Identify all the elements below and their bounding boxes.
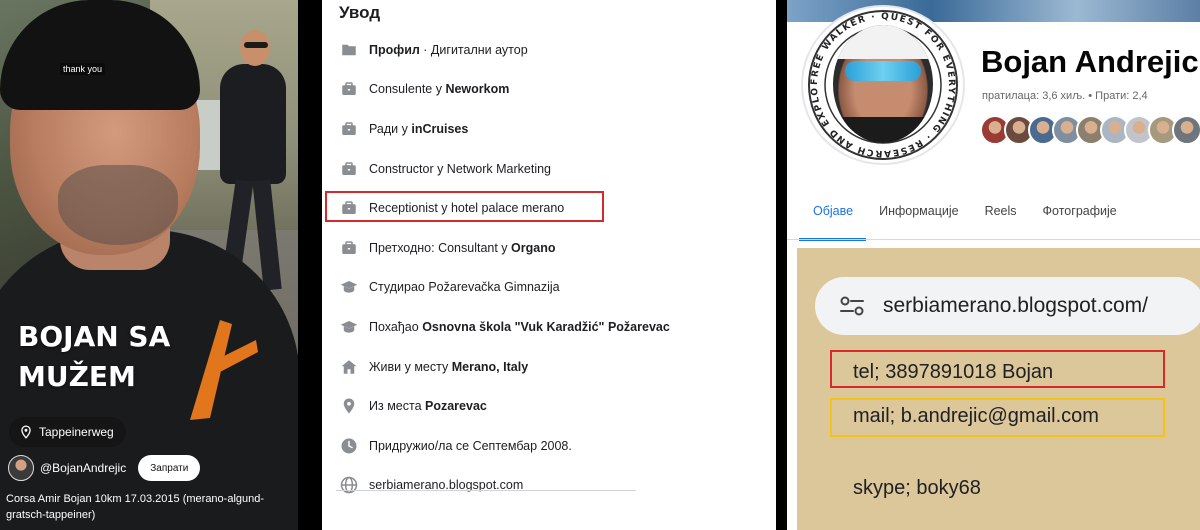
globe-icon (340, 476, 358, 494)
friend-avatar[interactable] (1172, 115, 1200, 145)
intro-item[interactable]: Из места Pozarevac (336, 386, 766, 426)
divider (336, 490, 636, 491)
briefcase-icon (340, 160, 358, 178)
friend-avatars[interactable] (980, 115, 1200, 145)
divider (787, 239, 1200, 240)
watermark-text: thank you (60, 63, 106, 75)
profile-tabs: Објаве Информације Reels Фотографије (787, 183, 1200, 241)
intro-item[interactable]: Придружио/ла се Септембар 2008. (336, 426, 766, 466)
intro-item[interactable]: Студирао Požarevačka Gimnazija (336, 268, 766, 308)
tab-1[interactable]: Објаве (787, 183, 867, 241)
intro-item[interactable]: Претходно: Consultant у Organo (336, 228, 766, 268)
tab-2[interactable]: Информације (866, 183, 972, 239)
graduation-cap-icon (340, 318, 358, 336)
intro-item-text: Consulente у Neworkom (369, 82, 510, 97)
graduation-cap-icon (340, 278, 358, 296)
short-video-frame[interactable]: thank you BOJAN SA MUŽEM Tappeinerweg @B… (0, 0, 298, 530)
highlight-box-red (325, 191, 604, 222)
intro-heading: Увод (339, 3, 381, 22)
highlight-box-red (830, 350, 1165, 388)
intro-item[interactable]: Живи у месту Merano, Italy (336, 347, 766, 387)
tab-4[interactable]: Фотографије (1030, 183, 1130, 239)
intro-item-text: Студирао Požarevačka Gimnazija (369, 280, 560, 295)
intro-item-text: Похађао Osnovna škola "Vuk Karadžić" Pož… (369, 319, 670, 334)
intro-item[interactable]: Профил · Дигитални аутор (336, 30, 766, 70)
profile-name: Bojan Andrejic (981, 44, 1199, 79)
briefcase-icon (340, 80, 358, 98)
intro-list: Профил · Дигитални аутор Consulente у New… (336, 30, 766, 505)
channel-avatar[interactable] (8, 455, 34, 481)
address-url[interactable]: serbiamerano.blogspot.com/ (883, 294, 1148, 318)
intro-item-text: Претходно: Consultant у Organo (369, 240, 556, 255)
follower-stats[interactable]: пратилаца: 3,6 хиљ. • Прати: 2,4 (982, 90, 1148, 102)
tab-3[interactable]: Reels (972, 183, 1030, 239)
profile-picture[interactable]: FREE WALKER · QUEST FOR EVERYTHING · RES… (801, 5, 965, 165)
highlight-box-yellow (830, 398, 1165, 437)
location-label: Tappeinerweg (39, 425, 114, 439)
blog-skype: skype; boky68 (853, 477, 981, 499)
panel-divider (776, 0, 787, 530)
subscribe-button[interactable]: Запрати (138, 455, 201, 481)
intro-item-text: Из места Pozarevac (369, 399, 487, 414)
briefcase-icon (340, 239, 358, 257)
profile-face (833, 25, 933, 143)
intro-item-text: Ради у inCruises (369, 121, 469, 136)
intro-item-text: Профил · Дигитални аутор (369, 42, 528, 57)
intro-item-text: Constructor у Network Marketing (369, 161, 552, 176)
intro-item[interactable]: Ради у inCruises (336, 109, 766, 149)
video-overlay-title: BOJAN SA MUŽEM (18, 320, 171, 393)
channel-row: @BojanAndrejic Запрати (8, 455, 201, 481)
intro-item[interactable]: Похађао Osnovna škola "Vuk Karadžić" Pož… (336, 307, 766, 347)
browser-address-bar[interactable]: serbiamerano.blogspot.com/ (815, 277, 1200, 335)
intro-item[interactable]: serbiamerano.blogspot.com (336, 466, 766, 506)
location-tag[interactable]: Tappeinerweg (9, 417, 126, 447)
profile-icon (340, 41, 358, 59)
sunglasses (845, 61, 921, 81)
intro-panel: Увод Профил · Дигитални аутор Consulente … (322, 0, 776, 530)
video-caption: Corsa Amir Bojan 10km 17.03.2015 (merano… (6, 493, 265, 521)
location-pin-icon (340, 397, 358, 415)
intro-item[interactable]: Consulente у Neworkom (336, 70, 766, 110)
home-icon (340, 358, 358, 376)
profile-panel: FREE WALKER · QUEST FOR EVERYTHING · RES… (787, 0, 1200, 530)
site-settings-icon[interactable] (839, 295, 865, 317)
briefcase-icon (340, 120, 358, 138)
clock-icon (340, 437, 358, 455)
intro-item-text: Придружио/ла се Септембар 2008. (369, 438, 572, 453)
location-pin-icon (21, 425, 31, 439)
intro-item[interactable]: Constructor у Network Marketing (336, 149, 766, 189)
panel-divider (298, 0, 322, 530)
channel-name[interactable]: @BojanAndrejic (40, 461, 126, 475)
intro-item-text: Живи у месту Merano, Italy (369, 359, 529, 374)
